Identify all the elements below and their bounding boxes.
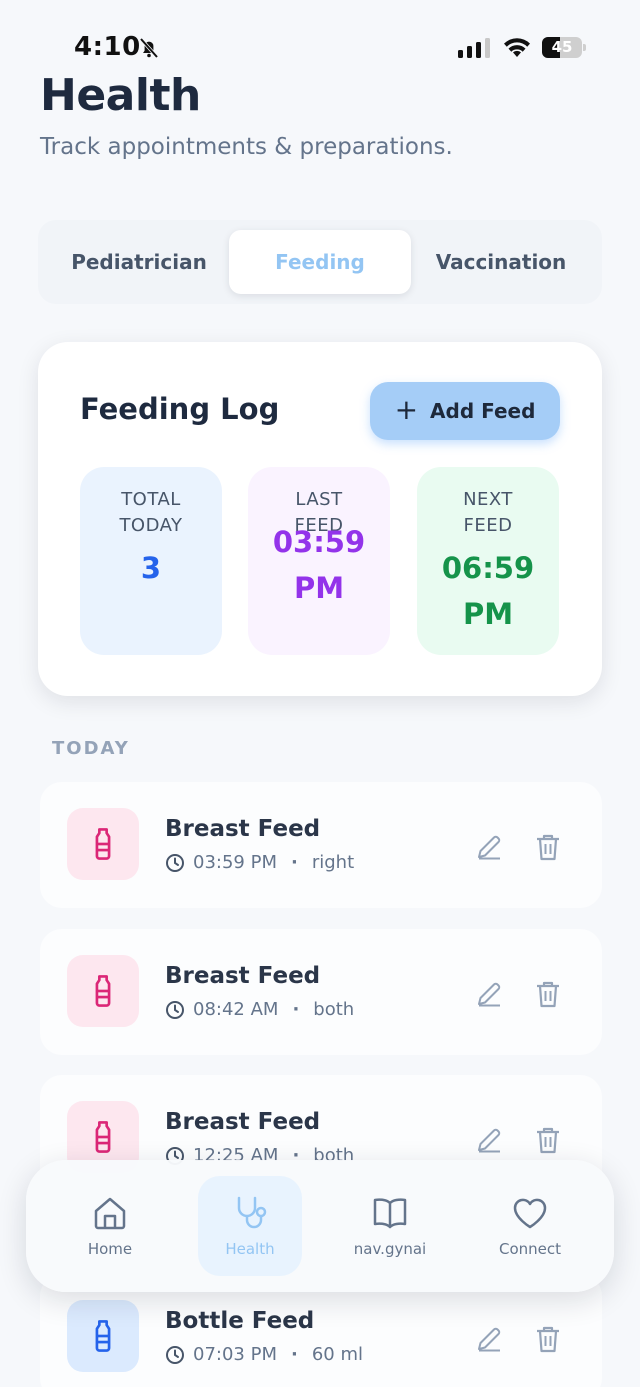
bottom-nav: Home Health nav.gynai Connect bbox=[26, 1160, 614, 1292]
edit-icon[interactable] bbox=[474, 832, 504, 862]
entry-detail: right bbox=[311, 852, 355, 873]
signal-icon bbox=[458, 38, 490, 58]
entry-detail: both bbox=[313, 999, 355, 1020]
stat-next-feed: NEXT FEED 06:59 PM bbox=[417, 467, 559, 655]
home-icon bbox=[94, 1197, 126, 1230]
nav-home[interactable]: Home bbox=[58, 1176, 162, 1276]
nav-gynai[interactable]: nav.gynai bbox=[338, 1176, 442, 1276]
stethoscope-icon bbox=[237, 1196, 267, 1229]
section-label-today: TODAY bbox=[52, 738, 130, 759]
stat-total-value: 3 bbox=[140, 551, 162, 585]
plus-icon: + bbox=[394, 392, 419, 426]
entry-time: 07:03 PM bbox=[193, 1344, 277, 1365]
page-title: Health bbox=[40, 70, 201, 121]
trash-icon[interactable] bbox=[534, 1125, 562, 1155]
stat-total-today: TOTAL TODAY 3 bbox=[80, 467, 222, 655]
entry-meta: 08:42 AM · both bbox=[165, 999, 354, 1020]
stat-next-value: 06:59 PM bbox=[441, 551, 535, 631]
entry-meta: 07:03 PM · 60 ml bbox=[165, 1344, 363, 1365]
wifi-icon bbox=[504, 38, 530, 57]
edit-icon[interactable] bbox=[474, 979, 504, 1009]
entry-detail: 60 ml bbox=[311, 1344, 363, 1365]
clock-icon bbox=[166, 1345, 184, 1364]
entry-title: Breast Feed bbox=[165, 1109, 321, 1135]
entry-title: Breast Feed bbox=[165, 816, 321, 842]
bottle-icon bbox=[67, 808, 139, 880]
clock-icon bbox=[166, 1000, 184, 1019]
add-feed-label: Add Feed bbox=[430, 399, 536, 423]
entry-time: 08:42 AM bbox=[193, 999, 279, 1020]
heart-icon bbox=[513, 1198, 547, 1229]
nav-connect-label: Connect bbox=[498, 1240, 562, 1258]
nav-gynai-label: nav.gynai bbox=[353, 1240, 427, 1258]
edit-icon[interactable] bbox=[474, 1125, 504, 1155]
stat-last-value: 03:59 PM bbox=[272, 525, 366, 605]
entry-title: Breast Feed bbox=[165, 963, 321, 989]
bottle-icon bbox=[67, 1300, 139, 1372]
entry-time: 03:59 PM bbox=[193, 852, 277, 873]
tab-vaccination[interactable]: Vaccination bbox=[410, 230, 592, 294]
nav-health-label: Health bbox=[225, 1240, 275, 1258]
feed-entry[interactable]: Breast Feed 08:42 AM · both bbox=[40, 929, 602, 1055]
status-time: 4:10 bbox=[74, 32, 141, 62]
edit-icon[interactable] bbox=[474, 1324, 504, 1354]
battery-level-text: 45 bbox=[551, 38, 573, 56]
tab-pediatrician[interactable]: Pediatrician bbox=[48, 230, 230, 294]
segment-tabs: Pediatrician Feeding Vaccination bbox=[38, 220, 602, 304]
stat-total-label: TOTAL TODAY bbox=[119, 489, 183, 536]
nav-home-label: Home bbox=[87, 1240, 133, 1258]
nav-health[interactable]: Health bbox=[198, 1176, 302, 1276]
trash-icon[interactable] bbox=[534, 979, 562, 1009]
book-icon bbox=[373, 1198, 407, 1229]
trash-icon[interactable] bbox=[534, 832, 562, 862]
tab-feeding[interactable]: Feeding bbox=[229, 230, 411, 294]
nav-connect[interactable]: Connect bbox=[478, 1176, 582, 1276]
page-subtitle: Track appointments & preparations. bbox=[40, 134, 453, 160]
feeding-log-title: Feeding Log bbox=[80, 392, 280, 426]
stat-last-feed: LAST FEED 03:59 PM bbox=[248, 467, 390, 655]
bell-muted-icon bbox=[139, 37, 159, 59]
bottle-icon bbox=[67, 955, 139, 1027]
stat-next-label: NEXT FEED bbox=[463, 489, 513, 536]
entry-meta: 03:59 PM · right bbox=[165, 852, 354, 873]
feeding-log-card: Feeding Log + Add Feed TOTAL TODAY 3 LAS… bbox=[38, 342, 602, 696]
battery-indicator: 45 bbox=[542, 37, 586, 58]
clock-icon bbox=[166, 853, 184, 872]
entry-title: Bottle Feed bbox=[165, 1308, 315, 1334]
trash-icon[interactable] bbox=[534, 1324, 562, 1354]
add-feed-button[interactable]: + Add Feed bbox=[370, 382, 560, 440]
feed-entry[interactable]: Breast Feed 03:59 PM · right bbox=[40, 782, 602, 908]
